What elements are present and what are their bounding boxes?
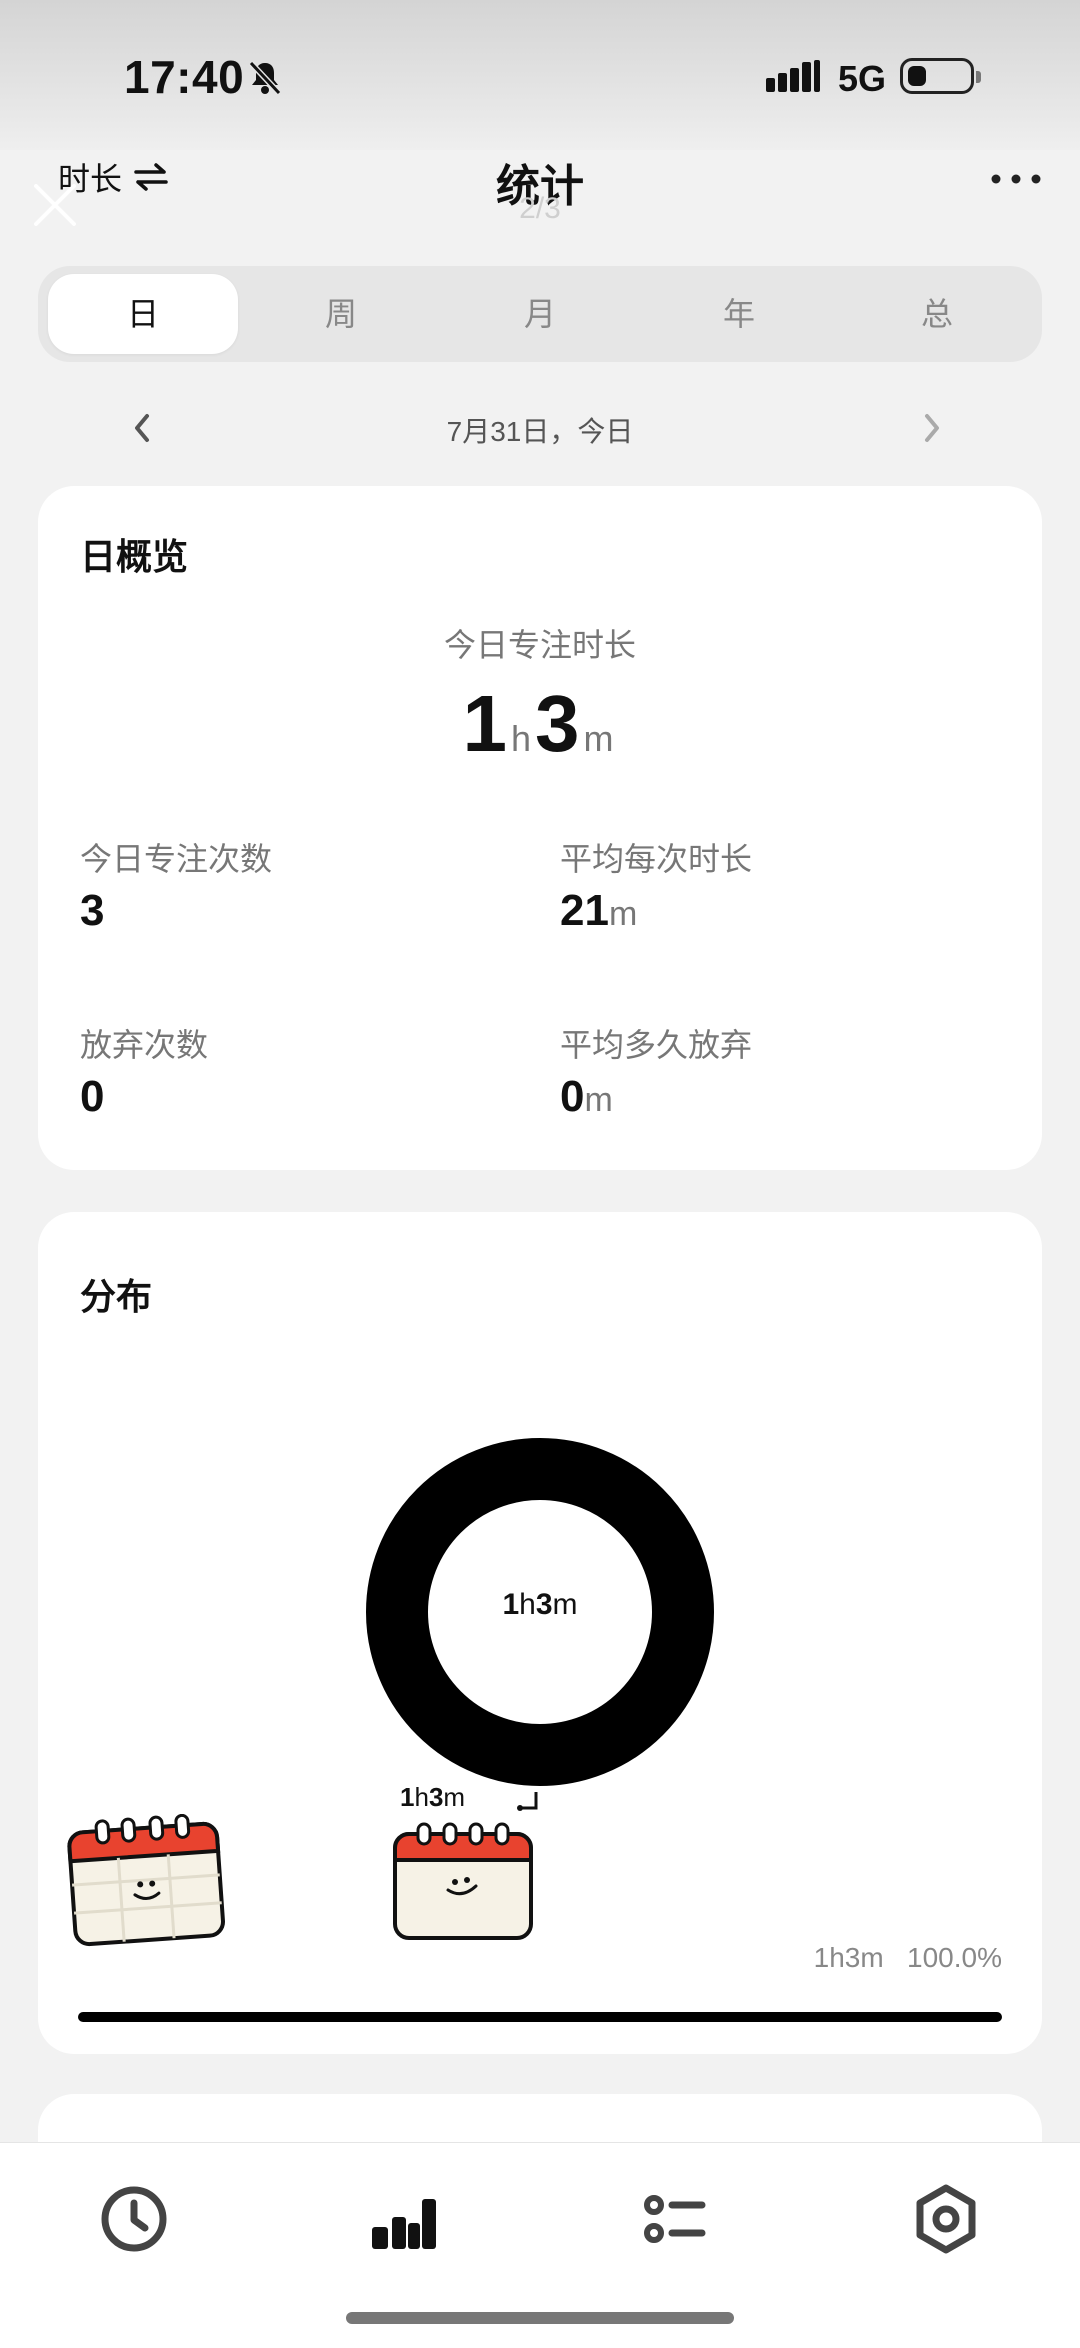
stat-label: 今日专注次数	[80, 841, 273, 877]
stat-average-duration: 平均每次时长 21m	[560, 834, 752, 936]
stat-label: 平均每次时长	[560, 841, 753, 877]
calendar-tag: 1h3m	[400, 1782, 465, 1813]
tab-month[interactable]: 月	[445, 274, 635, 354]
stats-icon	[372, 2199, 436, 2249]
network-label: 5G	[838, 58, 887, 99]
distribution-card: 分布 1h3m 1h3m 1h3m 100.0%	[38, 1212, 1042, 2054]
overview-card: 日概览 今日专注时长 1 h3 m 今日专注次数 3 平均每次时长 21m 放弃次数…	[38, 486, 1042, 1170]
more-icon[interactable]	[986, 164, 1046, 194]
settings-icon	[916, 2184, 976, 2254]
stat-label: 平均多久放弃	[560, 1027, 753, 1063]
tag-m: m	[443, 1782, 466, 1812]
center-h: h	[519, 1588, 536, 1621]
stat-value: 21	[560, 886, 609, 935]
stat-value: 0	[80, 1072, 105, 1121]
distribution-legend: 1h3m 100.0%	[814, 1942, 1002, 1974]
return-icon	[517, 1792, 538, 1811]
calendar-icon	[393, 1822, 533, 1940]
donut-chart[interactable]: 1h3m	[366, 1438, 714, 1786]
distribution-bar	[78, 2012, 1002, 2022]
center-minutes: 3	[535, 1588, 553, 1621]
page-indicator: 2/3	[519, 192, 561, 225]
tab-total[interactable]: 总	[842, 274, 1032, 354]
tab-week[interactable]: 周	[246, 274, 436, 354]
donut-center-label: 1h3m	[366, 1588, 714, 1622]
tab-year[interactable]: 年	[644, 274, 834, 354]
tag-hours: 1	[400, 1782, 415, 1812]
clock-icon	[101, 2186, 167, 2252]
tab-settings[interactable]	[896, 2169, 996, 2269]
stat-unit: m	[584, 1081, 613, 1119]
overview-title: 日概览	[80, 536, 189, 577]
stat-abandon-count: 放弃次数 0	[80, 1020, 208, 1122]
status-bar: 17:40 5G	[0, 0, 1080, 150]
period-tabs: 日 周 月 年 总	[38, 266, 1042, 362]
date-nav: 7月31日，今日	[0, 400, 1080, 460]
stat-value: 3	[80, 886, 105, 935]
tab-timer[interactable]	[84, 2169, 184, 2269]
calendar-icon	[67, 1814, 225, 1947]
focus-hours: 1	[462, 679, 507, 768]
focus-label: 今日专注时长	[443, 627, 636, 663]
focus-minutes-unit: m	[583, 718, 614, 759]
signal-icon	[766, 60, 820, 92]
stat-average-abandon: 平均多久放弃 0m	[560, 1020, 752, 1122]
distribution-title: 分布	[80, 1276, 153, 1317]
focus-hours-unit: h	[510, 718, 532, 759]
center-hours: 1	[502, 1588, 520, 1621]
stat-unit: m	[608, 895, 638, 933]
focus-minutes: 3	[535, 679, 580, 768]
focus-duration: 1 h3 m	[38, 678, 1042, 770]
chevron-right-icon[interactable]	[920, 408, 944, 448]
tag-h: h	[414, 1782, 429, 1812]
stat-focus-count: 今日专注次数 3	[80, 834, 272, 936]
header: 时长 统计 2/3	[0, 140, 1080, 250]
home-indicator	[346, 2312, 734, 2324]
battery-icon	[900, 58, 981, 94]
tab-list[interactable]	[624, 2169, 724, 2269]
stat-label: 放弃次数	[80, 1027, 209, 1063]
list-icon	[644, 2195, 706, 2243]
bell-off-icon	[248, 60, 282, 96]
tab-day[interactable]: 日	[48, 274, 238, 354]
tab-stats[interactable]	[354, 2169, 454, 2269]
date-label: 7月31日，今日	[446, 416, 634, 447]
status-time: 17:40	[124, 51, 245, 103]
tag-minutes: 3	[428, 1782, 444, 1812]
legend-duration: 1h3m	[813, 1942, 884, 1973]
center-m: m	[552, 1588, 578, 1621]
legend-percent: 100.0%	[907, 1942, 1002, 1973]
stat-value: 0	[560, 1072, 585, 1121]
